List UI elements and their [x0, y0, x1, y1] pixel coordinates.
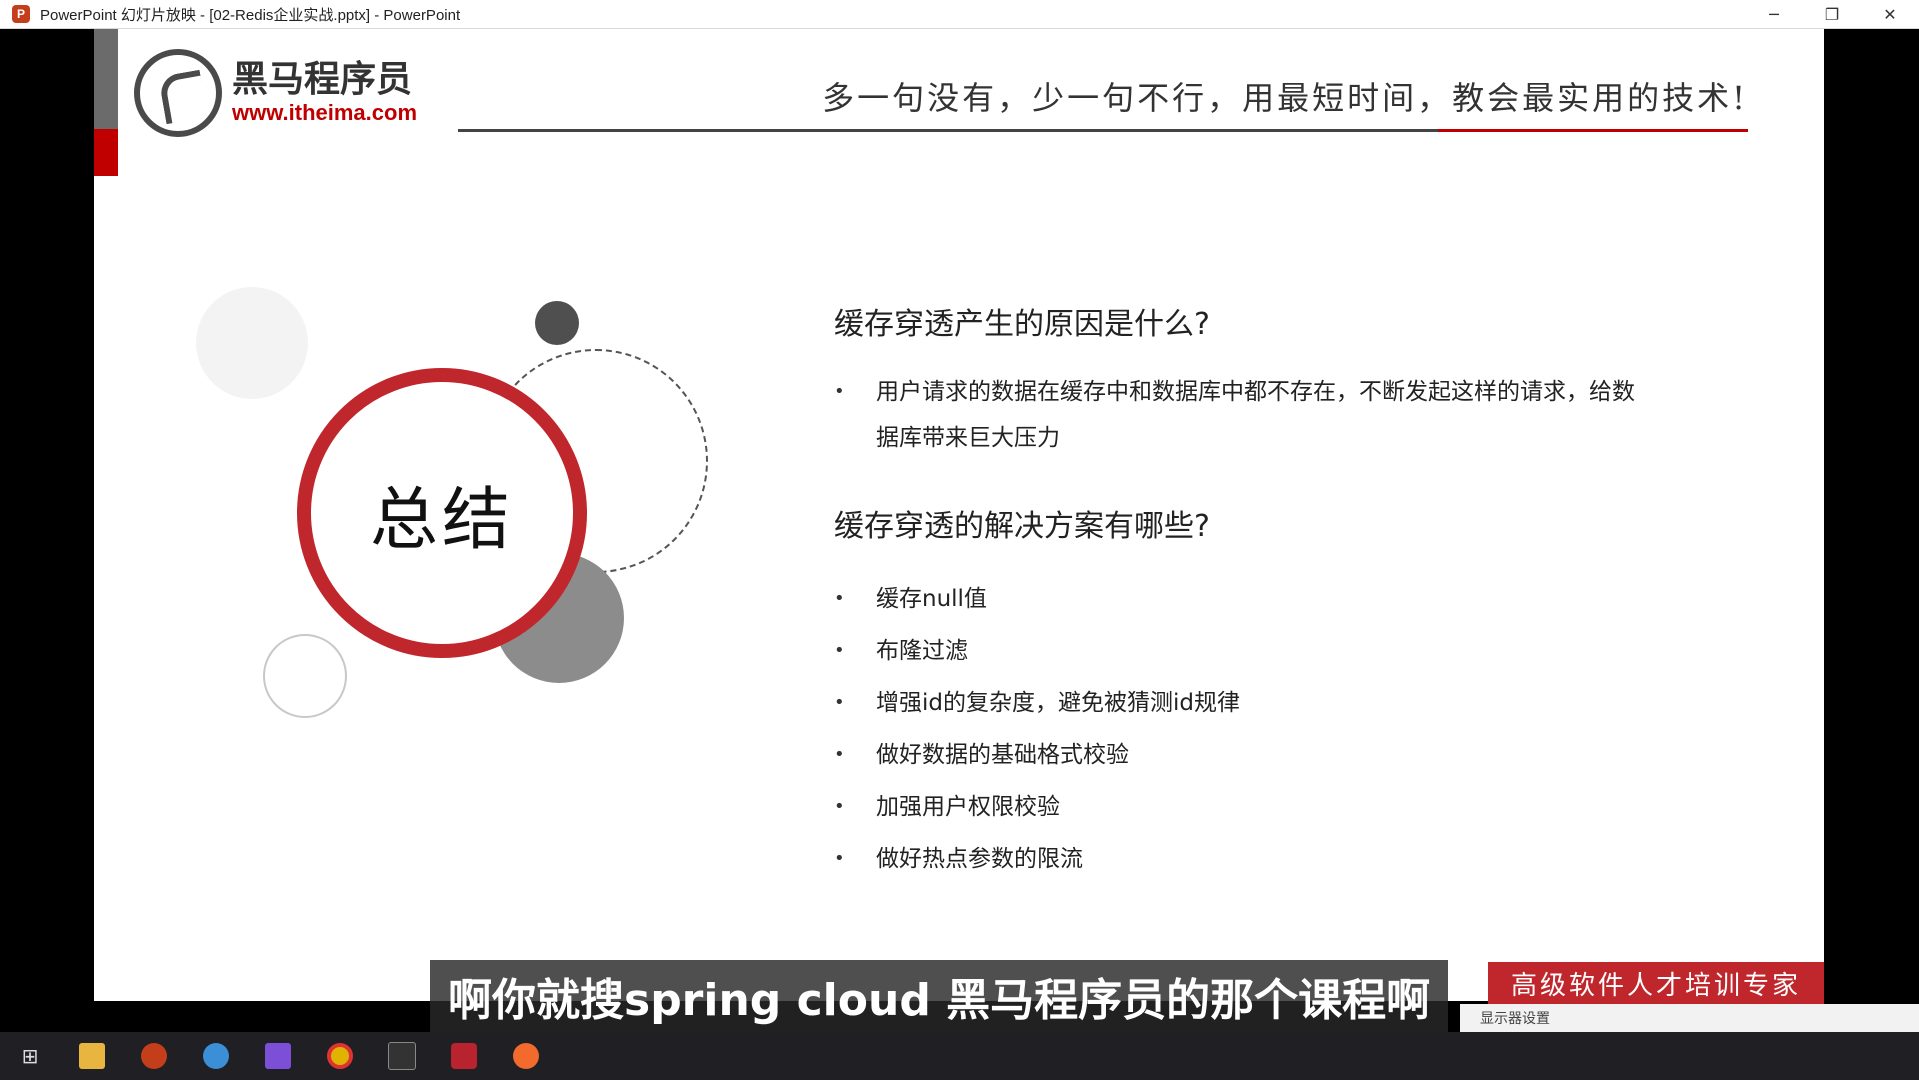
deco-circle-outline [263, 634, 347, 718]
slideshow-status-strip: 显示器设置 [1460, 1004, 1919, 1032]
slide-content: 缓存穿透产生的原因是什么? 用户请求的数据在缓存中和数据库中都不存在，不断发起这… [834, 299, 1734, 885]
chrome-icon[interactable] [316, 1032, 364, 1080]
terminal-icon[interactable] [378, 1032, 426, 1080]
slide-canvas[interactable]: 黑马程序员 www.itheima.com 多一句没有，少一句不行，用最短时间，… [94, 29, 1824, 1001]
deco-circle-dark-small [535, 301, 579, 345]
redis-icon[interactable] [440, 1032, 488, 1080]
deco-circle-light [196, 287, 308, 399]
list-item: 缓存null值 [834, 573, 1734, 625]
section-heading-solutions: 缓存穿透的解决方案有哪些? [834, 509, 1210, 544]
paint-icon[interactable] [502, 1032, 550, 1080]
powerpoint-app-icon: P [12, 5, 30, 23]
windows-taskbar: ⊞ [0, 1032, 1919, 1080]
window-controls: ─ ❐ ✕ [1745, 0, 1919, 28]
file-explorer-icon[interactable] [68, 1032, 116, 1080]
minimize-button[interactable]: ─ [1745, 0, 1803, 28]
browser-icon[interactable] [192, 1032, 240, 1080]
list-item: 增强id的复杂度，避免被猜测id规律 [834, 677, 1734, 729]
header-divider-accent [1438, 129, 1748, 132]
list-item: 做好热点参数的限流 [834, 833, 1734, 885]
brand-logo: 黑马程序员 www.itheima.com [134, 49, 417, 137]
display-settings-label[interactable]: 显示器设置 [1480, 1008, 1550, 1028]
summary-ring: 总结 [297, 368, 587, 658]
summary-title: 总结 [369, 480, 514, 560]
window-titlebar: P PowerPoint 幻灯片放映 - [02-Redis企业实战.pptx]… [0, 0, 1919, 29]
ide-icon[interactable] [254, 1032, 302, 1080]
windows-start-icon[interactable]: ⊞ [6, 1032, 54, 1080]
horse-logo-icon [134, 49, 222, 137]
cause-bullet-list: 用户请求的数据在缓存中和数据库中都不存在，不断发起这样的请求，给数据库带来巨大压… [834, 369, 1734, 461]
section-heading-cause: 缓存穿透产生的原因是什么? [834, 307, 1210, 342]
header-accent-gray [94, 29, 118, 129]
slide-slogan: 多一句没有，少一句不行，用最短时间，教会最实用的技术! [822, 79, 1748, 117]
brand-name: 黑马程序员 [232, 59, 413, 100]
header-accent-red [94, 129, 118, 176]
list-item: 加强用户权限校验 [834, 781, 1734, 833]
list-item: 做好数据的基础格式校验 [834, 729, 1734, 781]
close-button[interactable]: ✕ [1861, 0, 1919, 28]
list-item: 布隆过滤 [834, 625, 1734, 677]
list-item: 用户请求的数据在缓存中和数据库中都不存在，不断发起这样的请求，给数据库带来巨大压… [834, 369, 1656, 461]
video-subtitle: 啊你就搜spring cloud 黑马程序员的那个课程啊 [430, 960, 1449, 1032]
powerpoint-icon[interactable] [130, 1032, 178, 1080]
slogan-banner: 高级软件人才培训专家 [1488, 962, 1824, 1004]
window-title: PowerPoint 幻灯片放映 - [02-Redis企业实战.pptx] -… [40, 6, 461, 24]
restore-button[interactable]: ❐ [1803, 0, 1861, 28]
solutions-bullet-list: 缓存null值 布隆过滤 增强id的复杂度，避免被猜测id规律 做好数据的基础格… [834, 573, 1734, 885]
brand-url: www.itheima.com [232, 100, 418, 125]
